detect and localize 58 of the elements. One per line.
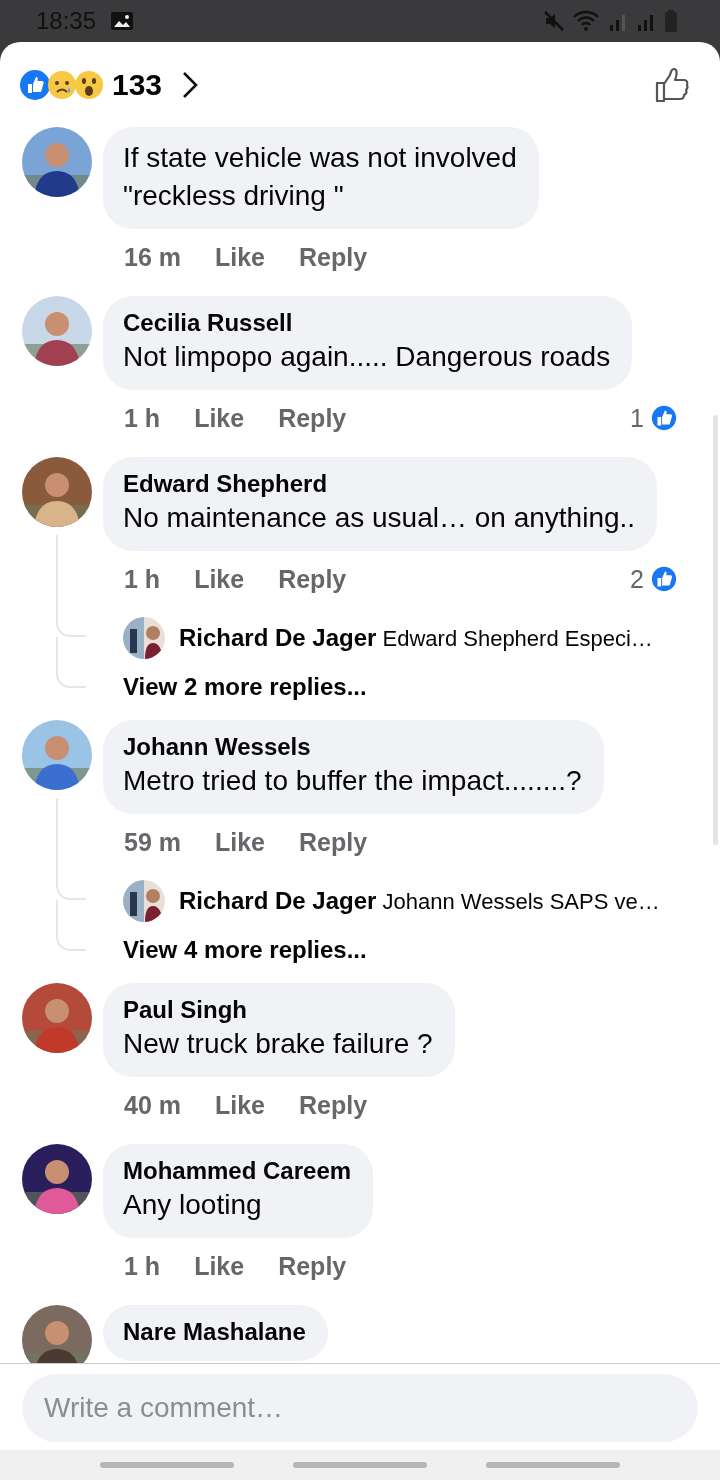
author-name[interactable]: Mohammed Careem — [123, 1156, 352, 1186]
nav-handle[interactable] — [293, 1462, 427, 1468]
author-name[interactable]: Edward Shepherd — [123, 469, 636, 499]
comment-text: If state vehicle was not involved "reckless driving " — [123, 141, 517, 213]
like-link[interactable]: Like — [215, 242, 265, 272]
like-reaction-icon — [650, 404, 678, 432]
mute-icon — [542, 9, 566, 33]
timestamp: 16 m — [124, 242, 181, 272]
comment-text: Not limpopo again..... Dangerous roads — [123, 340, 611, 374]
author-name[interactable]: Nare Mashalane — [123, 1317, 306, 1347]
reply-snippet[interactable]: Richard De Jager Edward Shepherd Especi… — [179, 624, 653, 652]
wow-reaction-icon — [74, 69, 104, 100]
like-link[interactable]: Like — [194, 403, 245, 433]
timestamp: 1 h — [124, 403, 161, 433]
chevron-right-icon[interactable] — [182, 70, 199, 99]
comment-bubble[interactable]: Johann Wessels Metro tried to buffer the impact........? — [103, 720, 604, 814]
like-link[interactable]: Like — [215, 827, 265, 857]
reply-link[interactable]: Reply — [278, 564, 347, 594]
comment-text: Any looting — [123, 1188, 263, 1222]
comment-bubble[interactable]: Nare Mashalane — [103, 1305, 328, 1361]
comment-bubble[interactable]: Edward Shepherd No maintenance as usual… on anything.. — [103, 457, 658, 551]
comment-bubble[interactable]: Cecilia Russell Not limpopo again..... Dangerous roads — [103, 296, 633, 390]
author-name[interactable]: Paul Singh — [123, 995, 433, 1025]
timestamp: 40 m — [124, 1090, 181, 1120]
reply-link[interactable]: Reply — [299, 1090, 368, 1120]
comment-bubble[interactable]: Paul Singh New truck brake failure ? — [103, 983, 455, 1077]
view-more-replies-link[interactable]: View 4 more replies... — [103, 930, 698, 972]
comment-bubble[interactable]: If state vehicle was not involved "reckless driving " — [103, 127, 539, 229]
like-link[interactable]: Like — [194, 564, 245, 594]
reply-link[interactable]: Reply — [299, 242, 368, 272]
like-count[interactable]: 2 — [630, 564, 644, 594]
reply-link[interactable]: Reply — [299, 827, 368, 857]
thumbs-up-icon[interactable] — [654, 65, 692, 104]
comment-text: Metro tried to buffer the impact........? — [123, 764, 582, 798]
nav-handle[interactable] — [486, 1462, 621, 1468]
comment-text: No maintenance as usual… on anything.. — [123, 501, 636, 535]
like-reaction-icon — [20, 69, 50, 100]
author-name[interactable]: Johann Wessels — [123, 732, 582, 762]
like-count[interactable]: 1 — [630, 403, 644, 433]
reply-link[interactable]: Reply — [278, 1251, 347, 1281]
author-name[interactable]: Cecilia Russell — [123, 308, 611, 338]
image-icon — [110, 11, 135, 31]
like-reaction-icon — [650, 565, 678, 593]
like-link[interactable]: Like — [215, 1090, 265, 1120]
comment-input-field[interactable]: Write a comment… — [22, 1374, 698, 1442]
timestamp: 59 m — [124, 827, 181, 857]
timestamp: 1 h — [124, 564, 161, 594]
view-more-replies-link[interactable]: View 2 more replies... — [103, 667, 698, 709]
reply-snippet[interactable]: Richard De Jager Johann Wessels SAPS ve… — [179, 887, 660, 915]
timestamp: 1 h — [124, 1251, 161, 1281]
reaction-count[interactable]: 133 — [112, 67, 163, 102]
comment-text: New truck brake failure ? — [123, 1027, 433, 1061]
comment-bubble[interactable]: Mohammed Careem Any looting — [103, 1144, 374, 1238]
battery-icon — [664, 9, 678, 33]
reply-link[interactable]: Reply — [278, 403, 347, 433]
like-link[interactable]: Like — [194, 1251, 245, 1281]
nav-handle[interactable] — [99, 1462, 234, 1468]
sad-reaction-icon — [47, 69, 77, 100]
